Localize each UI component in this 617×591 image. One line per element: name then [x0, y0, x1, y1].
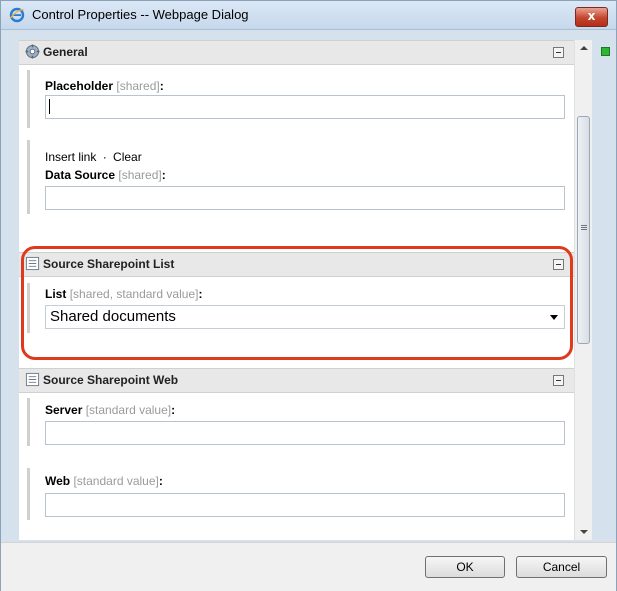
ok-button[interactable]: OK: [425, 556, 505, 578]
data-source-label: Data Source [shared]:: [45, 168, 166, 182]
window-title: Control Properties -- Webpage Dialog: [32, 7, 249, 22]
dialog-window: Control Properties -- Webpage Dialog x G…: [0, 0, 617, 591]
title-bar: Control Properties -- Webpage Dialog x: [1, 1, 616, 30]
field-placeholder: Placeholder [shared]:: [27, 70, 574, 128]
section-title-general: General: [43, 45, 88, 59]
field-indicator-bar: [27, 468, 30, 520]
collapse-icon[interactable]: [553, 47, 564, 58]
field-web: Web [standard value]:: [27, 468, 574, 520]
field-server: Server [standard value]:: [27, 398, 574, 446]
collapse-icon[interactable]: [553, 375, 564, 386]
text-cursor: [49, 99, 50, 114]
web-input[interactable]: [45, 493, 565, 517]
internet-explorer-icon: [9, 7, 25, 23]
field-indicator-bar: [27, 140, 30, 214]
cancel-button[interactable]: Cancel: [516, 556, 607, 578]
list-icon: [25, 372, 40, 387]
dialog-footer: OK Cancel: [1, 542, 616, 591]
properties-panel: General Placeholder [shared]: Insert lin…: [19, 40, 574, 540]
scroll-down-icon[interactable]: [575, 523, 592, 540]
insert-link[interactable]: Insert link: [45, 150, 96, 164]
section-header-general[interactable]: General: [19, 40, 574, 65]
status-indicator: [601, 47, 610, 56]
link-row: Insert link · Clear: [45, 150, 142, 164]
scroll-up-icon[interactable]: [575, 40, 592, 57]
scrollbar-thumb[interactable]: [577, 116, 590, 344]
data-source-input[interactable]: [45, 186, 565, 210]
server-label: Server [standard value]:: [45, 403, 176, 417]
highlight-annotation: [21, 246, 573, 360]
placeholder-input[interactable]: [45, 95, 565, 119]
section-header-source-web[interactable]: Source Sharepoint Web: [19, 368, 574, 393]
gear-icon: [25, 44, 40, 59]
field-data-source: Insert link · Clear Data Source [shared]…: [27, 140, 574, 214]
link-separator: ·: [102, 150, 107, 164]
server-input[interactable]: [45, 421, 565, 445]
field-indicator-bar: [27, 398, 30, 446]
placeholder-label: Placeholder [shared]:: [45, 79, 164, 93]
grip-icon: [581, 225, 587, 226]
close-button[interactable]: x: [575, 7, 608, 27]
field-indicator-bar: [27, 70, 30, 128]
web-label: Web [standard value]:: [45, 474, 163, 488]
vertical-scrollbar[interactable]: [574, 40, 592, 540]
section-title-source-web: Source Sharepoint Web: [43, 373, 179, 387]
clear-link[interactable]: Clear: [113, 150, 142, 164]
